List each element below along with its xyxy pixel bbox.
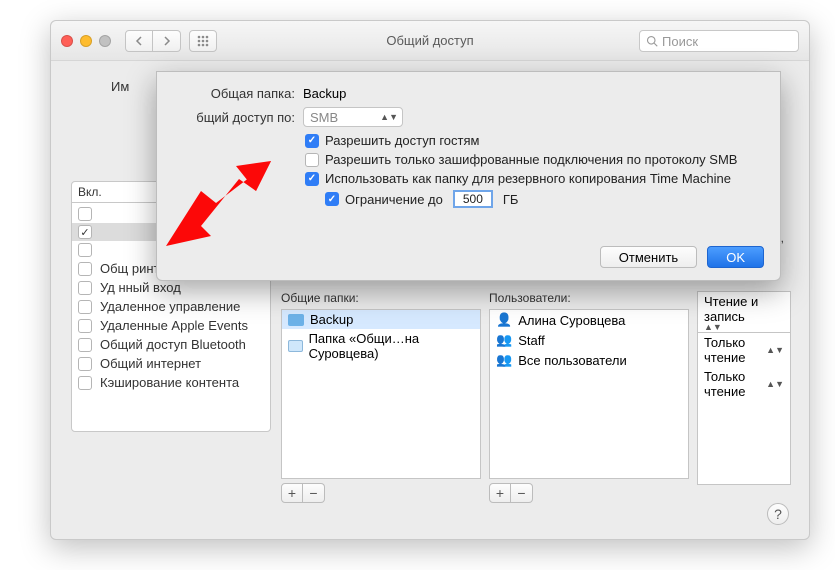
folder-icon (288, 314, 304, 326)
search-input[interactable]: Поиск (639, 30, 799, 52)
folder-label: Backup (310, 312, 353, 327)
add-folder-button[interactable]: + (281, 483, 303, 503)
sidebar-item[interactable]: Удаленное управление (72, 297, 270, 316)
folders-list[interactable]: Backup Папка «Общи…на Суровцева) (281, 309, 481, 479)
option-row[interactable]: Разрешить доступ гостям (305, 133, 762, 148)
share-via-label: бщий доступ по: (163, 110, 295, 125)
minimize-icon[interactable] (80, 35, 92, 47)
checkbox[interactable] (78, 376, 92, 390)
protocol-select[interactable]: SMB ▲▼ (303, 107, 403, 127)
checkbox[interactable] (78, 243, 92, 257)
search-placeholder: Поиск (662, 34, 698, 49)
user-icon: 👥 (496, 332, 512, 348)
checkbox[interactable] (305, 153, 319, 167)
permission-row[interactable]: Только чтение ▲▼ (698, 333, 790, 367)
sidebar-item-label: Удаленные Apple Events (100, 318, 248, 333)
help-button[interactable]: ? (767, 503, 789, 525)
sidebar-item-label: Уд нный вход (100, 280, 181, 295)
shared-folder-value: Backup (303, 86, 346, 101)
checkbox[interactable] (78, 338, 92, 352)
permissions-column-header[interactable]: Чтение и запись ▲▼ (697, 291, 791, 333)
checkbox[interactable] (78, 207, 92, 221)
user-row[interactable]: 👥 Staff (490, 330, 688, 350)
limit-input[interactable] (453, 190, 493, 208)
folder-label: Папка «Общи…на Суровцева) (309, 331, 474, 361)
cancel-button[interactable]: Отменить (600, 246, 697, 268)
checkbox[interactable] (305, 172, 319, 186)
checkbox[interactable] (78, 357, 92, 371)
remove-user-button[interactable]: − (511, 483, 533, 503)
folder-row[interactable]: Backup (282, 310, 480, 329)
chevron-updown-icon: ▲▼ (704, 324, 784, 330)
folder-options-sheet: Общая папка: Backup бщий доступ по: SMB … (156, 71, 781, 281)
users-list[interactable]: 👤 Алина Суровцева 👥 Staff 👥 Все пользователи (489, 309, 689, 479)
sidebar-item-label: Кэширование контента (100, 375, 239, 390)
sidebar-item[interactable]: Удаленные Apple Events (72, 316, 270, 335)
checkbox[interactable] (305, 134, 319, 148)
chevron-updown-icon: ▲▼ (766, 381, 784, 387)
user-icon: 👥 (496, 352, 512, 368)
shared-folder-label: Общая папка: (175, 86, 295, 101)
permission-row[interactable]: Только чтение ▲▼ (698, 367, 790, 401)
sidebar-item[interactable]: Общий доступ Bluetooth (72, 335, 270, 354)
permission-label: Только чтение (704, 335, 760, 365)
users-column-header: Пользователи: (489, 291, 689, 305)
checkbox[interactable] (78, 300, 92, 314)
permissions-list: Только чтение ▲▼ Только чтение ▲▼ (697, 333, 791, 485)
limit-label: Ограничение до (345, 192, 443, 207)
folders-column-header: Общие папки: (281, 291, 481, 305)
show-all-button[interactable] (189, 30, 217, 52)
search-icon (646, 35, 658, 47)
close-icon[interactable] (61, 35, 73, 47)
forward-button[interactable] (153, 30, 181, 52)
user-label: Все пользователи (518, 353, 627, 368)
user-label: Алина Суровцева (518, 313, 625, 328)
option-row[interactable]: Разрешить только зашифрованные подключен… (305, 152, 762, 167)
titlebar: Общий доступ Поиск (51, 21, 809, 61)
checkbox[interactable] (78, 262, 92, 276)
folder-icon (288, 340, 303, 352)
ok-button[interactable]: OK (707, 246, 764, 268)
user-icon: 👤 (496, 312, 512, 328)
preferences-window: Общий доступ Поиск Им Вкл. Общ ринтерыУд… (50, 20, 810, 540)
checkbox[interactable] (78, 225, 92, 239)
sidebar-item-label: Общий интернет (100, 356, 201, 371)
sidebar-item[interactable]: Кэширование контента (72, 373, 270, 392)
zoom-icon (99, 35, 111, 47)
limit-row: Ограничение до ГБ (325, 190, 762, 208)
option-label: Разрешить доступ гостям (325, 133, 479, 148)
checkbox[interactable] (78, 281, 92, 295)
option-label: Разрешить только зашифрованные подключен… (325, 152, 737, 167)
checkbox[interactable] (325, 192, 339, 206)
sidebar-item-label: Удаленное управление (100, 299, 240, 314)
remove-folder-button[interactable]: − (303, 483, 325, 503)
sidebar-item[interactable]: Общий интернет (72, 354, 270, 373)
user-label: Staff (518, 333, 545, 348)
sidebar-item-label: Общий доступ Bluetooth (100, 337, 246, 352)
folder-row[interactable]: Папка «Общи…на Суровцева) (282, 329, 480, 363)
add-user-button[interactable]: + (489, 483, 511, 503)
back-button[interactable] (125, 30, 153, 52)
chevron-updown-icon: ▲▼ (766, 347, 784, 353)
chevron-updown-icon: ▲▼ (380, 114, 398, 120)
user-row[interactable]: 👤 Алина Суровцева (490, 310, 688, 330)
option-label: Использовать как папку для резервного ко… (325, 171, 731, 186)
limit-unit: ГБ (503, 192, 519, 207)
user-row[interactable]: 👥 Все пользователи (490, 350, 688, 370)
checkbox[interactable] (78, 319, 92, 333)
permission-label: Только чтение (704, 369, 760, 399)
option-row[interactable]: Использовать как папку для резервного ко… (305, 171, 762, 186)
